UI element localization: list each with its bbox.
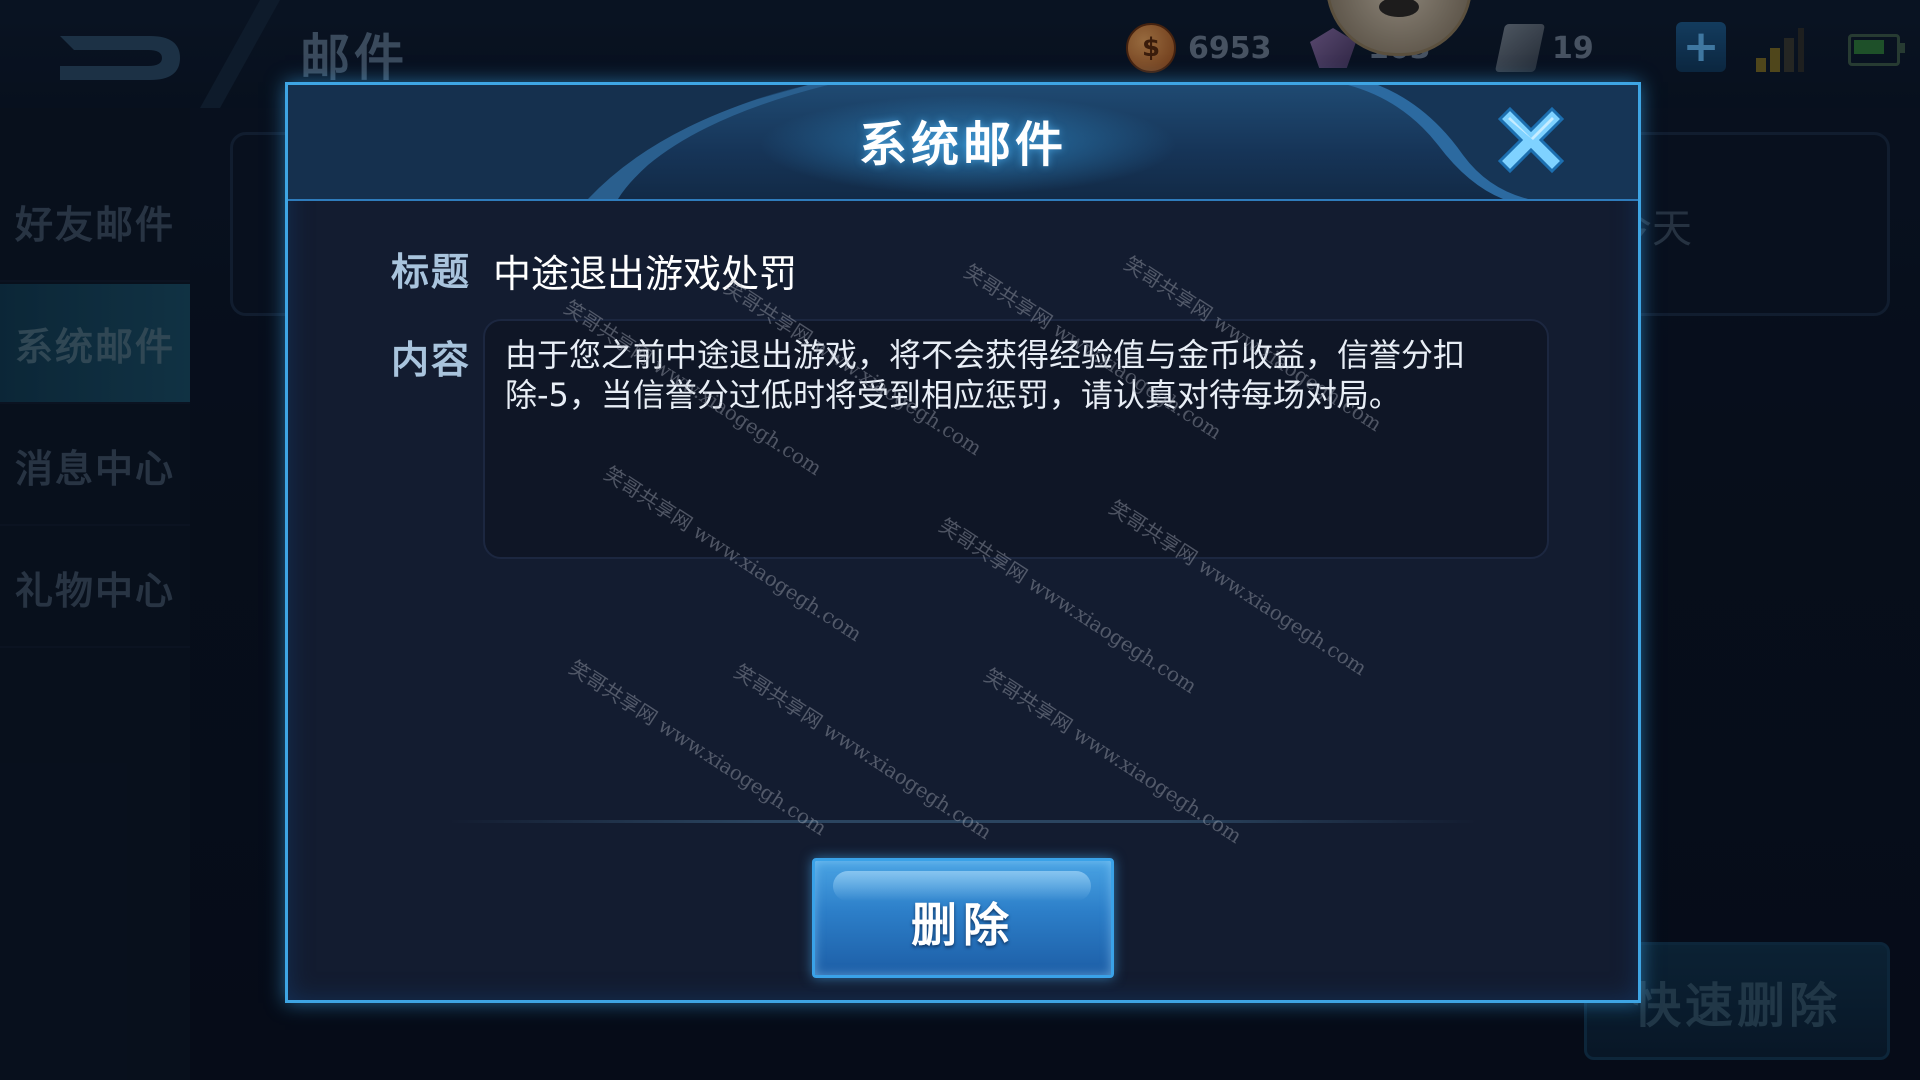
dialog-title: 系统邮件 [858,117,1067,173]
screen: 邮件 $ 6953 103 19 + [0,0,1920,1080]
delete-button[interactable]: 删除 [812,858,1114,978]
content-box: 由于您之前中途退出游戏，将不会获得经验值与金币收益，信誉分扣除-5，当信誉分过低… [483,319,1549,559]
subject-label: 标题 [391,250,472,294]
close-icon [1497,106,1565,174]
content-text: 由于您之前中途退出游戏，将不会获得经验值与金币收益，信誉分扣除-5，当信誉分过低… [505,336,1466,414]
delete-label: 删除 [911,898,1015,952]
divider [448,820,1478,823]
content-label: 内容 [391,338,472,382]
system-mail-dialog: 系统邮件 标题 中途退出游戏处罚 内容 由于您之前中途退出游戏，将不会获得经验值… [285,82,1641,1003]
dialog-header: 系统邮件 [288,85,1638,201]
close-button[interactable] [1490,99,1572,181]
subject-value: 中途退出游戏处罚 [493,252,798,296]
